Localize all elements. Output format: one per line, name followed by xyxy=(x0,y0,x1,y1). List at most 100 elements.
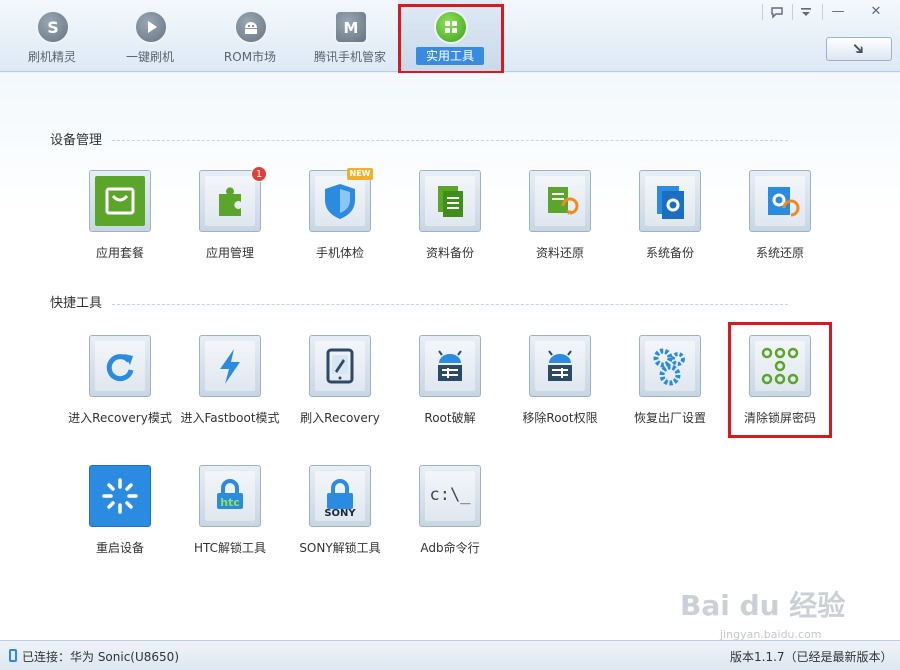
sony-lock-icon: SONY xyxy=(315,471,365,521)
brand-sony: SONY xyxy=(324,508,356,519)
baidu-jingyan-watermark: Bai du 经验 jingyan.baidu.com xyxy=(680,584,890,641)
flash-genie-icon: S xyxy=(36,10,70,44)
section-title-quick: 快捷工具 xyxy=(50,296,103,311)
download-button[interactable]: ➔ xyxy=(826,37,892,61)
tool-tile: htc xyxy=(199,465,261,527)
tool-app-manager[interactable]: 1 应用管理 xyxy=(175,166,285,270)
window-separator xyxy=(762,4,763,20)
notification-badge: 1 xyxy=(251,166,267,182)
system-backup-icon xyxy=(645,176,695,226)
tool-tile xyxy=(639,335,701,397)
tool-label: 重启设备 xyxy=(95,541,144,555)
tool-data-restore[interactable]: 资料还原 xyxy=(505,170,615,270)
tool-tile xyxy=(309,335,371,397)
new-badge: NEW xyxy=(347,168,373,180)
tool-label: 恢复出厂设置 xyxy=(633,411,706,425)
tool-htc-unlock[interactable]: htc HTC解锁工具 xyxy=(175,465,285,565)
connection-status: 已连接：华为 Sonic(U8650) xyxy=(22,650,179,664)
puzzle-icon xyxy=(205,176,255,226)
tool-tile xyxy=(89,170,151,232)
tool-label: 系统备份 xyxy=(645,246,694,260)
svg-text:S: S xyxy=(47,18,59,37)
tool-enter-fastboot[interactable]: 进入Fastboot模式 xyxy=(175,335,285,435)
tool-tile xyxy=(199,170,261,232)
system-restore-icon xyxy=(755,176,805,226)
arrow-down-icon: ➔ xyxy=(847,37,871,60)
tool-tile xyxy=(89,335,151,397)
android-icon xyxy=(234,10,268,44)
tool-label: HTC解锁工具 xyxy=(193,541,267,555)
tool-restart-device[interactable]: 重启设备 xyxy=(65,465,175,565)
shopping-bag-icon xyxy=(95,176,145,226)
tool-label: 进入Fastboot模式 xyxy=(180,411,280,425)
tool-label: 应用套餐 xyxy=(95,246,144,260)
tool-tile xyxy=(89,465,151,527)
section-title-device: 设备管理 xyxy=(50,133,103,148)
htc-lock-icon: htc xyxy=(205,471,255,521)
tool-factory-reset[interactable]: 恢复出厂设置 xyxy=(615,335,725,435)
document-restore-icon xyxy=(535,176,585,226)
play-icon xyxy=(134,10,168,44)
tool-root-crack[interactable]: Root破解 xyxy=(395,335,505,435)
tool-label: SONY解锁工具 xyxy=(299,541,381,555)
tool-label: 手机体检 xyxy=(315,246,364,260)
tab-tencent-manager[interactable]: M 腾讯手机管家 xyxy=(298,0,402,72)
tool-label: Adb命令行 xyxy=(420,541,480,555)
shield-m-icon: M xyxy=(334,10,368,44)
window-separator xyxy=(822,4,823,20)
window-separator xyxy=(792,4,793,20)
version-info: 版本1.1.7（已经是最新版本） xyxy=(730,650,893,664)
tool-tile xyxy=(419,170,481,232)
highlight-box-tab xyxy=(398,4,504,74)
tool-app-bundle[interactable]: 应用套餐 xyxy=(65,170,175,270)
tool-tile xyxy=(529,170,591,232)
section-divider xyxy=(112,304,788,305)
tool-flash-recovery[interactable]: 刷入Recovery xyxy=(285,335,395,435)
tab-label: 一键刷机 xyxy=(125,50,174,64)
tab-label: 刷机精灵 xyxy=(27,50,76,64)
tool-label: 资料备份 xyxy=(425,246,474,260)
section-divider xyxy=(112,140,788,141)
tool-data-backup[interactable]: 资料备份 xyxy=(395,170,505,270)
tab-label: ROM市场 xyxy=(223,50,277,64)
tool-remove-root[interactable]: 移除Root权限 xyxy=(505,335,615,435)
svg-text:M: M xyxy=(344,19,359,37)
minimize-button[interactable]: — xyxy=(826,2,850,22)
watermark-logo: Bai du 经验 xyxy=(680,589,846,622)
brand-htc: htc xyxy=(220,496,240,509)
close-button[interactable]: ✕ xyxy=(864,2,888,22)
speech-bubble-icon[interactable] xyxy=(765,2,789,22)
tool-label: 进入Recovery模式 xyxy=(68,411,172,425)
restart-spinner-icon xyxy=(95,471,145,521)
tool-system-restore[interactable]: 系统还原 xyxy=(725,170,835,270)
tool-adb-command[interactable]: c:\_ Adb命令行 xyxy=(395,465,505,565)
gears-icon xyxy=(645,341,695,391)
tool-tile xyxy=(199,335,261,397)
phone-icon xyxy=(9,649,17,662)
lightning-icon xyxy=(205,341,255,391)
tab-label: 腾讯手机管家 xyxy=(313,50,386,64)
tab-flash-genie[interactable]: S 刷机精灵 xyxy=(0,0,104,72)
tool-enter-recovery[interactable]: 进入Recovery模式 xyxy=(65,335,175,435)
android-lock-icon xyxy=(535,341,585,391)
refresh-icon xyxy=(95,341,145,391)
tool-label: 应用管理 xyxy=(205,246,254,260)
tool-sony-unlock[interactable]: SONY SONY解锁工具 xyxy=(285,465,395,565)
document-backup-icon xyxy=(425,176,475,226)
tab-rom-market[interactable]: ROM市场 xyxy=(198,0,302,72)
terminal-text: c:\_ xyxy=(429,485,471,505)
top-toolbar: S 刷机精灵 一键刷机 ROM市场 M 腾讯手机管家 实用工具 — ✕ ➔ xyxy=(0,0,900,74)
terminal-icon: c:\_ xyxy=(425,471,475,521)
tool-label: 刷入Recovery xyxy=(300,411,380,425)
dropdown-menu-icon[interactable] xyxy=(794,2,818,22)
tool-phone-checkup[interactable]: NEW 手机体检 xyxy=(285,168,395,270)
tool-tile xyxy=(529,335,591,397)
tool-label: 移除Root权限 xyxy=(522,411,598,425)
highlight-box-clear-lock xyxy=(728,322,832,438)
android-unlock-icon xyxy=(425,341,475,391)
tool-system-backup[interactable]: 系统备份 xyxy=(615,170,725,270)
shield-icon xyxy=(315,176,365,226)
tool-tile xyxy=(749,170,811,232)
tool-tile: SONY xyxy=(309,465,371,527)
tab-one-click-flash[interactable]: 一键刷机 xyxy=(98,0,202,72)
